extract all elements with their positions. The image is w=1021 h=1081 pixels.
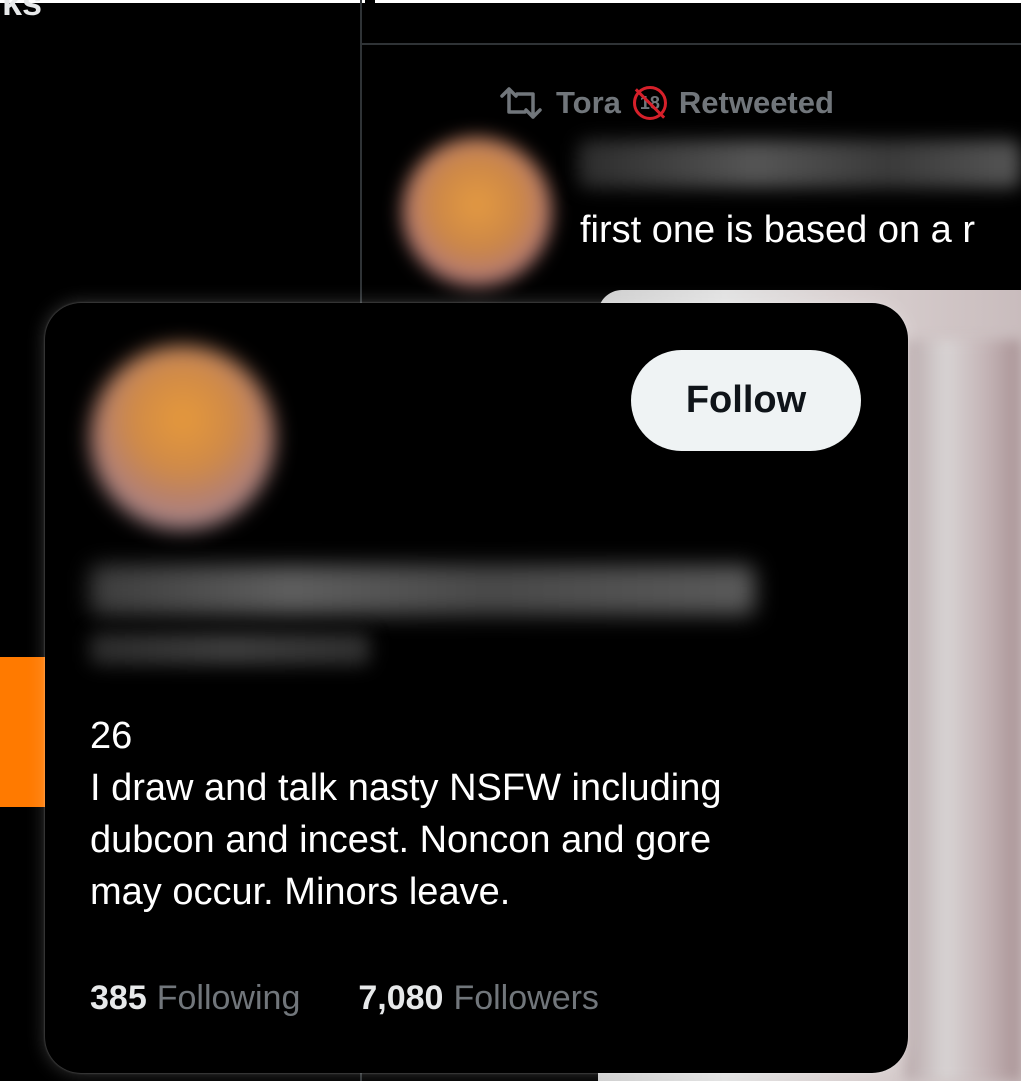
- following-link[interactable]: 385 Following: [90, 979, 300, 1018]
- tweet-author-avatar[interactable]: [402, 137, 552, 287]
- profile-bio: 26 I draw and talk nasty NSFW including …: [90, 710, 880, 918]
- age-badge-text: 18: [639, 92, 660, 113]
- bio-line: may occur. Minors leave.: [90, 871, 511, 913]
- bio-line: I draw and talk nasty NSFW including: [90, 767, 722, 809]
- top-rule-right: [375, 0, 1021, 3]
- profile-display-name-redacted[interactable]: [90, 565, 755, 615]
- tweet-author-name-redacted[interactable]: [578, 140, 1021, 188]
- profile-stats: 385 Following 7,080 Followers: [90, 979, 599, 1018]
- retweet-action-label: Retweeted: [678, 85, 834, 120]
- no-under-18-icon: 18: [632, 86, 667, 120]
- retweet-context: Tora 18 Retweeted: [498, 84, 834, 122]
- following-count: 385: [90, 979, 147, 1017]
- following-label: Following: [156, 979, 301, 1017]
- sidebar-accent-tab[interactable]: [0, 657, 45, 807]
- sidebar-heading: ks: [2, 0, 43, 23]
- follow-button[interactable]: Follow: [631, 350, 861, 451]
- retweet-icon: [498, 84, 544, 122]
- header-divider: [362, 43, 1021, 45]
- tweet-media-detail: [905, 340, 1021, 1081]
- profile-avatar[interactable]: [90, 345, 275, 530]
- tweet-text: first one is based on a r: [580, 209, 975, 251]
- profile-hover-card: Follow 26 I draw and talk nasty NSFW inc…: [45, 303, 908, 1073]
- bio-line: dubcon and incest. Noncon and gore: [90, 819, 712, 861]
- bio-line: 26: [90, 715, 133, 757]
- followers-label: Followers: [453, 979, 599, 1017]
- retweeter-name[interactable]: Tora: [556, 85, 621, 121]
- top-rule: [0, 0, 365, 3]
- followers-link[interactable]: 7,080 Followers: [358, 979, 599, 1018]
- profile-handle-redacted[interactable]: [90, 633, 370, 665]
- timeline-view: ks Tora 18 Retweeted first one is based …: [0, 0, 1021, 1081]
- followers-count: 7,080: [358, 979, 444, 1017]
